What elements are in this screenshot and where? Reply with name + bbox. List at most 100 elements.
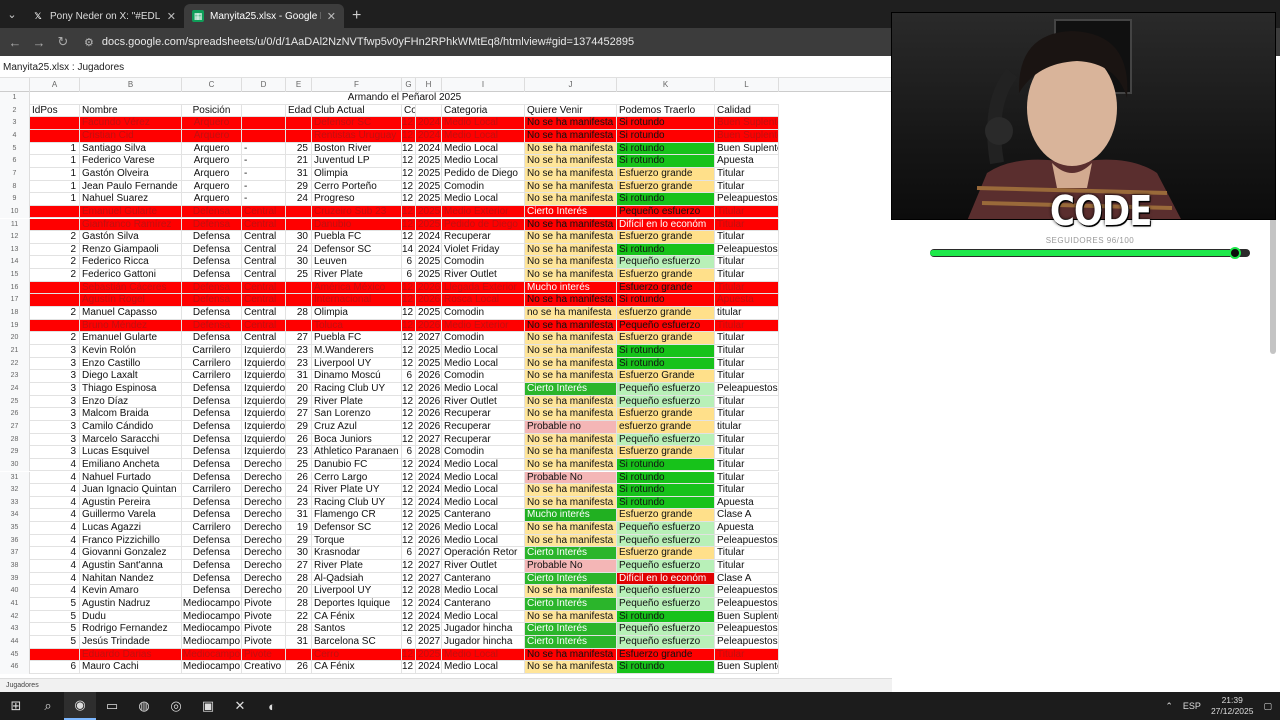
- table-cell[interactable]: No se ha manifesta: [525, 180, 617, 194]
- table-cell[interactable]: Derecho: [242, 458, 286, 472]
- chrome-icon[interactable]: ◉: [64, 692, 96, 720]
- table-cell[interactable]: Defensor SC: [312, 243, 402, 257]
- table-cell[interactable]: 24: [286, 484, 312, 497]
- column-header-b[interactable]: B: [80, 78, 182, 92]
- table-cell[interactable]: CA Fénix: [312, 661, 402, 674]
- table-cell[interactable]: Titular: [715, 205, 779, 219]
- table-cell[interactable]: Defensor SC: [312, 522, 402, 535]
- row-number[interactable]: 34: [0, 509, 30, 523]
- table-cell[interactable]: Central: [242, 269, 286, 282]
- table-cell[interactable]: Medio Local: [442, 610, 525, 624]
- select-all-corner[interactable]: [0, 78, 30, 92]
- table-cell[interactable]: 24: [286, 243, 312, 257]
- table-cell[interactable]: Derecho: [242, 471, 286, 485]
- table-cell[interactable]: Racing Club UY: [312, 382, 402, 396]
- obs-icon[interactable]: ◐: [256, 692, 288, 720]
- xbox-icon[interactable]: ✕: [224, 692, 256, 720]
- table-cell[interactable]: Central: [242, 218, 286, 232]
- table-cell[interactable]: [30, 281, 80, 295]
- row-number[interactable]: 19: [0, 319, 30, 333]
- table-cell[interactable]: Peleapuestos: [715, 623, 779, 636]
- column-header-d[interactable]: D: [242, 78, 286, 92]
- table-cell[interactable]: Defensa: [182, 269, 242, 282]
- table-cell[interactable]: No se ha manifesta: [525, 661, 617, 674]
- table-cell[interactable]: 5: [30, 635, 80, 649]
- table-cell[interactable]: Peleapuestos: [715, 585, 779, 598]
- table-cell[interactable]: Esfuerzo grande: [617, 281, 715, 295]
- table-cell[interactable]: 12: [402, 496, 416, 510]
- table-cell[interactable]: Creativo: [242, 661, 286, 674]
- table-cell[interactable]: Medio Local: [442, 193, 525, 206]
- table-cell[interactable]: Operación Retor: [442, 547, 525, 561]
- table-cell[interactable]: Izquierdo: [242, 345, 286, 358]
- table-cell[interactable]: 2024: [416, 117, 442, 130]
- table-cell[interactable]: 3: [30, 370, 80, 383]
- table-cell[interactable]: Medio Local: [442, 471, 525, 485]
- table-cell[interactable]: Cruz Azul: [312, 420, 402, 434]
- row-number[interactable]: 44: [0, 635, 30, 649]
- row-number[interactable]: 42: [0, 610, 30, 624]
- table-cell[interactable]: No se ha manifesta: [525, 484, 617, 497]
- table-cell[interactable]: No se ha manifesta: [525, 117, 617, 130]
- table-cell[interactable]: 23: [286, 446, 312, 459]
- table-cell[interactable]: Franco Pizzichillo: [80, 534, 182, 548]
- row-number[interactable]: 29: [0, 446, 30, 459]
- table-cell[interactable]: 2025: [416, 623, 442, 636]
- header-cell[interactable]: Contrato: [402, 104, 416, 118]
- table-cell[interactable]: Comodin: [442, 180, 525, 194]
- table-cell[interactable]: 28: [286, 598, 312, 611]
- table-cell[interactable]: Liverpool UY: [312, 357, 402, 371]
- table-cell[interactable]: Defensa: [182, 256, 242, 270]
- table-cell[interactable]: River Plate: [312, 269, 402, 282]
- row-number[interactable]: 4: [0, 129, 30, 143]
- table-cell[interactable]: Defensa: [182, 496, 242, 510]
- table-cell[interactable]: Medio Local: [442, 496, 525, 510]
- table-cell[interactable]: Titular: [715, 395, 779, 409]
- table-cell[interactable]: Pequeño esfuerzo: [617, 319, 715, 333]
- table-cell[interactable]: Central: [242, 294, 286, 308]
- table-cell[interactable]: Si rotundo: [617, 661, 715, 674]
- row-number[interactable]: 5: [0, 142, 30, 156]
- table-cell[interactable]: titular: [715, 420, 779, 434]
- table-cell[interactable]: River Outlet: [442, 269, 525, 282]
- table-cell[interactable]: Arquero: [182, 142, 242, 156]
- row-number[interactable]: 38: [0, 560, 30, 573]
- table-cell[interactable]: Defensa: [182, 319, 242, 333]
- table-cell[interactable]: Jugador hincha: [442, 623, 525, 636]
- table-cell[interactable]: 14: [402, 243, 416, 257]
- table-cell[interactable]: No se ha manifesta: [525, 408, 617, 421]
- table-cell[interactable]: No se ha manifesta: [525, 458, 617, 472]
- table-cell[interactable]: 2027: [416, 332, 442, 345]
- table-cell[interactable]: Cierto Interés: [525, 547, 617, 561]
- table-cell[interactable]: Mediocampo: [182, 623, 242, 636]
- table-cell[interactable]: Medio Local: [442, 534, 525, 548]
- table-cell[interactable]: Defensa: [182, 547, 242, 561]
- table-cell[interactable]: Peleapuestos: [715, 243, 779, 257]
- table-cell[interactable]: Probable No: [525, 560, 617, 573]
- table-cell[interactable]: 4: [30, 496, 80, 510]
- table-cell[interactable]: Derecho: [242, 572, 286, 586]
- row-number[interactable]: 14: [0, 256, 30, 270]
- table-cell[interactable]: Titular: [715, 370, 779, 383]
- table-cell[interactable]: Boca Juniors: [312, 433, 402, 447]
- table-cell[interactable]: Mucho interés: [525, 509, 617, 523]
- table-cell[interactable]: Peleapuestos: [715, 193, 779, 206]
- table-cell[interactable]: Titular: [715, 345, 779, 358]
- table-cell[interactable]: 25: [286, 142, 312, 156]
- table-cell[interactable]: 21: [286, 155, 312, 168]
- table-cell[interactable]: 1: [30, 167, 80, 181]
- table-cell[interactable]: [30, 294, 80, 308]
- table-cell[interactable]: [286, 205, 312, 219]
- tab-search-icon[interactable]: ⌄: [0, 0, 24, 28]
- row-number[interactable]: 11: [0, 218, 30, 232]
- table-cell[interactable]: No se ha manifesta: [525, 522, 617, 535]
- table-cell[interactable]: 2024: [416, 598, 442, 611]
- table-cell[interactable]: 3: [30, 408, 80, 421]
- table-cell[interactable]: Malcom Braida: [80, 408, 182, 421]
- table-cell[interactable]: No se ha manifesta: [525, 370, 617, 383]
- table-cell[interactable]: River Outlet: [442, 395, 525, 409]
- table-cell[interactable]: Derecho: [242, 534, 286, 548]
- table-cell[interactable]: Giovanni Gonzalez: [80, 547, 182, 561]
- table-cell[interactable]: Defensa: [182, 307, 242, 320]
- table-cell[interactable]: Thiago Espinosa: [80, 382, 182, 396]
